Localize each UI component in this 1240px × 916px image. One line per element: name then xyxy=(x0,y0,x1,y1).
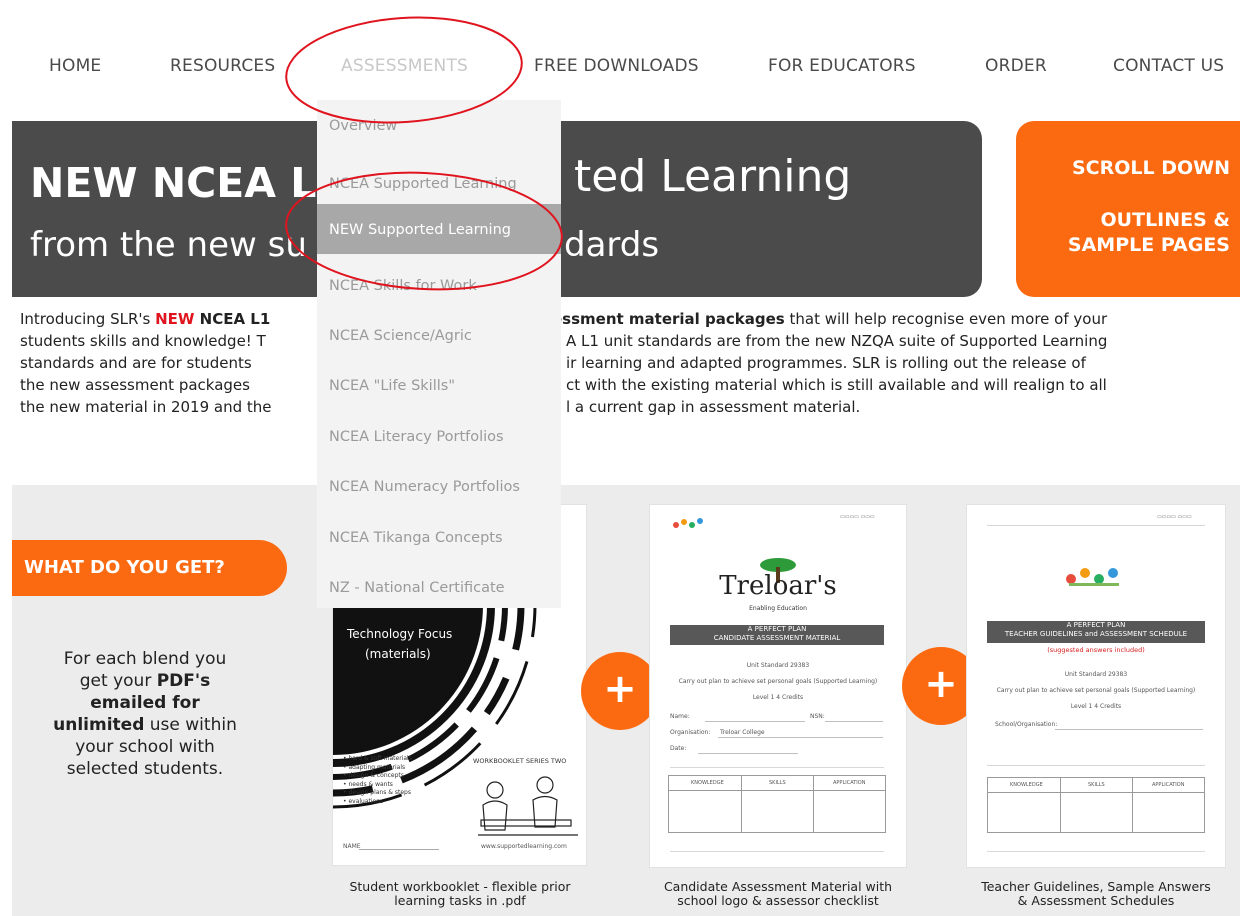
dropdown-item-nz-national-certificate[interactable]: NZ - National Certificate xyxy=(317,562,561,612)
nav-for-educators[interactable]: FOR EDUCATORS xyxy=(768,56,916,76)
what-do-you-get-label: WHAT DO YOU GET? xyxy=(24,557,225,578)
sunflower-kids-logo xyxy=(1066,568,1119,586)
intro-line-3b: ir learning and adapted programmes. SLR … xyxy=(566,354,1086,372)
sunflower-kids-logo xyxy=(673,518,703,528)
plus-icon: + xyxy=(581,652,659,730)
hero-title-left: NEW NCEA L xyxy=(30,159,317,207)
dropdown-item-overview[interactable]: Overview xyxy=(317,100,561,150)
candidate-caption: Candidate Assessment Material with school… xyxy=(663,879,893,908)
intro-line-3a: standards and are for students xyxy=(20,354,252,372)
intro-line-5a: the new material in 2019 and the xyxy=(20,398,272,416)
what-do-you-get-button[interactable]: WHAT DO YOU GET? xyxy=(12,540,287,596)
intro-line-1a: Introducing SLR's NEW NCEA L1 xyxy=(20,310,271,328)
intro-line-2a: students skills and knowledge! T xyxy=(20,332,266,350)
treloars-logo-sub: Enabling Education xyxy=(749,605,807,612)
dropdown-item-science-agric[interactable]: NCEA Science/Agric xyxy=(317,310,561,360)
doc3-title-bar: A PERFECT PLAN TEACHER GUIDELINES and ASS… xyxy=(987,621,1205,643)
scroll-down-cta[interactable]: SCROLL DOWN OUTLINES & SAMPLE PAGES xyxy=(1016,121,1240,297)
nav-assessments[interactable]: ASSESSMENTS xyxy=(341,56,468,76)
doc3-criteria-table: KNOWLEDGE SKILLS APPLICATION xyxy=(987,777,1205,833)
dropdown-item-life-skills[interactable]: NCEA "Life Skills" xyxy=(317,360,561,410)
workbooklet-caption: Student workbooklet - flexible prior lear… xyxy=(349,879,571,908)
cta-line-1: SCROLL DOWN xyxy=(1071,157,1230,179)
assessments-dropdown: Overview NCEA Supported Learning NEW Sup… xyxy=(317,100,561,608)
focus-title: Technology Focus xyxy=(347,627,453,641)
workbooklet-url: www.supportedlearning.com xyxy=(481,843,567,850)
doc2-title-bar: A PERFECT PLAN CANDIDATE ASSESSMENT MATER… xyxy=(670,625,884,645)
series-title: WORKBOOKLET SERIES TWO xyxy=(473,757,567,765)
teacher-caption: Teacher Guidelines, Sample Answers & Asse… xyxy=(981,879,1211,908)
bullet-list: • hard & soft materials • adapting mater… xyxy=(343,755,412,805)
treloars-logo-text: Treloar's xyxy=(719,571,837,601)
cta-line-2: OUTLINES & xyxy=(1100,209,1230,231)
intro-line-4b: ct with the existing material which is s… xyxy=(566,376,1107,394)
doc2-criteria-table: KNOWLEDGE SKILLS APPLICATION xyxy=(668,775,886,833)
nav-order[interactable]: ORDER xyxy=(985,56,1047,76)
cta-line-3: SAMPLE PAGES xyxy=(1067,234,1230,256)
nav-free-downloads[interactable]: FREE DOWNLOADS xyxy=(534,56,699,76)
nav-contact-us[interactable]: CONTACT US xyxy=(1113,56,1224,76)
candidate-material-preview[interactable]: ▭▭▭▭ ▭▭▭ Treloar's Enabling Education A … xyxy=(650,505,906,867)
blend-description: For each blend you get your PDF's emaile… xyxy=(53,649,237,779)
intro-line-4a: the new assessment packages xyxy=(20,376,250,394)
hero-title-right: ted Learning xyxy=(574,151,852,202)
dropdown-item-literacy-portfolios[interactable]: NCEA Literacy Portfolios xyxy=(317,411,561,461)
teacher-guidelines-preview[interactable]: ▭▭▭▭ ▭▭▭ A PERFECT PLAN TEACHER GUIDELINE… xyxy=(967,505,1225,867)
hero-title: NEW NCEA L xyxy=(30,159,316,207)
dropdown-item-ncea-supported-learning[interactable]: NCEA Supported Learning xyxy=(317,158,561,208)
main-nav: HOME RESOURCES ASSESSMENTS FREE DOWNLOAD… xyxy=(0,0,1240,112)
intro-line-1b: essment material packages that will help… xyxy=(552,310,1108,328)
nav-home[interactable]: HOME xyxy=(49,56,101,76)
intro-line-5b: l a current gap in assessment material. xyxy=(566,398,861,416)
dropdown-item-skills-for-work[interactable]: NCEA Skills for Work xyxy=(317,260,561,310)
focus-subtitle: (materials) xyxy=(365,647,431,661)
hero-subtitle-right: dards xyxy=(564,225,660,265)
name-label: NAME xyxy=(343,843,361,850)
intro-line-2b: A L1 unit standards are from the new NZQ… xyxy=(566,332,1108,350)
dropdown-item-new-supported-learning[interactable]: NEW Supported Learning xyxy=(317,204,561,254)
dropdown-item-numeracy-portfolios[interactable]: NCEA Numeracy Portfolios xyxy=(317,461,561,511)
hero-subtitle-left: from the new su xyxy=(30,225,307,265)
nav-resources[interactable]: RESOURCES xyxy=(170,56,275,76)
dropdown-item-tikanga-concepts[interactable]: NCEA Tikanga Concepts xyxy=(317,512,561,562)
